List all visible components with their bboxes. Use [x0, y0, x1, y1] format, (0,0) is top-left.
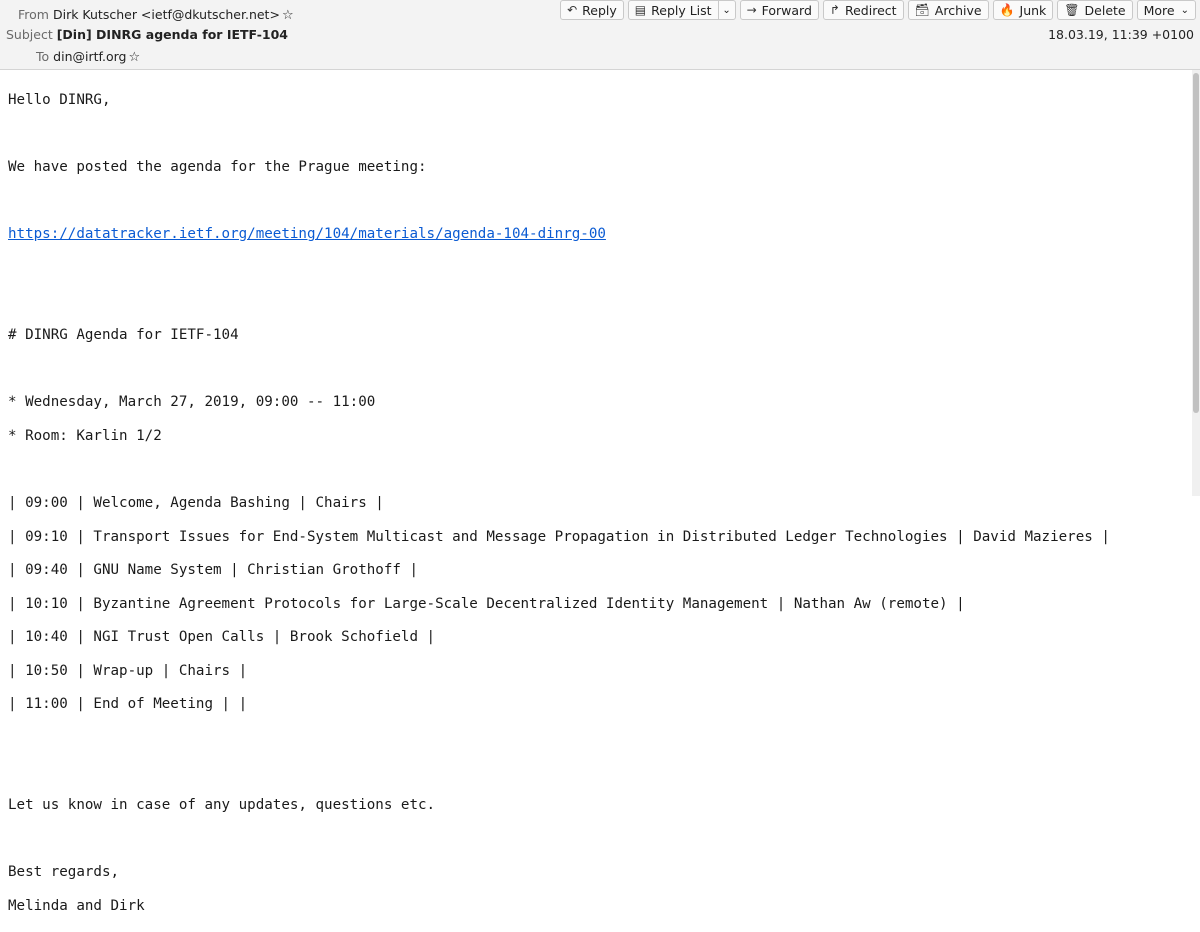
agenda-row: | 09:10 | Transport Issues for End-Syste…: [8, 528, 1110, 545]
agenda-link[interactable]: https://datatracker.ietf.org/meeting/104…: [8, 226, 606, 242]
archive-icon: 🗃: [914, 3, 930, 17]
closing-text: Let us know in case of any updates, ques…: [8, 797, 436, 814]
reply-button[interactable]: ↶ Reply: [560, 0, 624, 20]
reply-list-button[interactable]: ▤ Reply List ⌄: [627, 0, 736, 20]
junk-icon: 🔥: [999, 3, 1015, 17]
forward-icon: →: [746, 3, 757, 17]
agenda-heading: # DINRG Agenda for IETF-104: [8, 326, 239, 343]
subject-row: Subject [Din] DINRG agenda for IETF-104: [6, 27, 288, 42]
from-label: From: [18, 7, 49, 22]
delete-button[interactable]: 🗑 Delete: [1057, 0, 1133, 20]
more-button[interactable]: More ⌄: [1136, 0, 1196, 20]
to-label: To: [36, 49, 50, 64]
redirect-label: Redirect: [844, 2, 897, 18]
archive-button[interactable]: 🗃 Archive: [907, 0, 989, 20]
to-row: To din@irtf.org ☆: [36, 49, 140, 65]
chevron-down-icon[interactable]: ⌄: [719, 5, 735, 16]
agenda-row: | 09:00 | Welcome, Agenda Bashing | Chai…: [8, 494, 384, 511]
message-header: From Dirk Kutscher <ietf@dkutscher.net> ☆…: [0, 0, 1200, 70]
agenda-row: | 11:00 | End of Meeting | |: [8, 696, 248, 713]
forward-label: Forward: [761, 2, 812, 18]
redirect-icon: ↱: [829, 3, 840, 17]
trash-icon: 🗑: [1064, 3, 1080, 17]
message-body: Hello DINRG, We have posted the agenda f…: [8, 75, 1188, 932]
subject-label: Subject: [6, 27, 53, 42]
reply-list-label: Reply List: [651, 2, 712, 18]
agenda-room-line: * Room: Karlin 1/2: [8, 427, 162, 444]
more-label: More: [1143, 2, 1175, 18]
subject-value: [Din] DINRG agenda for IETF-104: [56, 27, 288, 42]
from-value[interactable]: Dirk Kutscher <ietf@dkutscher.net>: [53, 7, 280, 22]
star-icon[interactable]: ☆: [128, 50, 140, 65]
scrollbar-thumb[interactable]: [1193, 73, 1199, 413]
regards-text: Best regards,: [8, 864, 120, 881]
message-date: 18.03.19, 11:39 +0100: [1048, 27, 1194, 42]
agenda-row: | 10:10 | Byzantine Agreement Protocols …: [8, 595, 965, 612]
archive-label: Archive: [934, 2, 982, 18]
delete-label: Delete: [1084, 2, 1126, 18]
reply-list-icon: ▤: [634, 3, 647, 17]
star-icon[interactable]: ☆: [282, 8, 294, 23]
message-toolbar: ↶ Reply ▤ Reply List ⌄ → Forward ↱ Redir…: [560, 0, 1196, 20]
signature-text: Melinda and Dirk: [8, 898, 145, 915]
forward-button[interactable]: → Forward: [739, 0, 819, 20]
reply-icon: ↶: [567, 3, 578, 17]
agenda-date-line: * Wednesday, March 27, 2019, 09:00 -- 11…: [8, 394, 376, 411]
intro-text: We have posted the agenda for the Prague…: [8, 158, 427, 175]
agenda-row: | 10:50 | Wrap-up | Chairs |: [8, 662, 248, 679]
junk-button[interactable]: 🔥 Junk: [992, 0, 1054, 20]
from-row: From Dirk Kutscher <ietf@dkutscher.net> ☆: [18, 7, 294, 23]
reply-label: Reply: [582, 2, 617, 18]
agenda-row: | 09:40 | GNU Name System | Christian Gr…: [8, 562, 418, 579]
agenda-row: | 10:40 | NGI Trust Open Calls | Brook S…: [8, 629, 436, 646]
junk-label: Junk: [1019, 2, 1047, 18]
redirect-button[interactable]: ↱ Redirect: [822, 0, 904, 20]
to-value[interactable]: din@irtf.org: [53, 49, 126, 64]
greeting: Hello DINRG,: [8, 91, 111, 108]
chevron-down-icon: ⌄: [1180, 4, 1189, 16]
